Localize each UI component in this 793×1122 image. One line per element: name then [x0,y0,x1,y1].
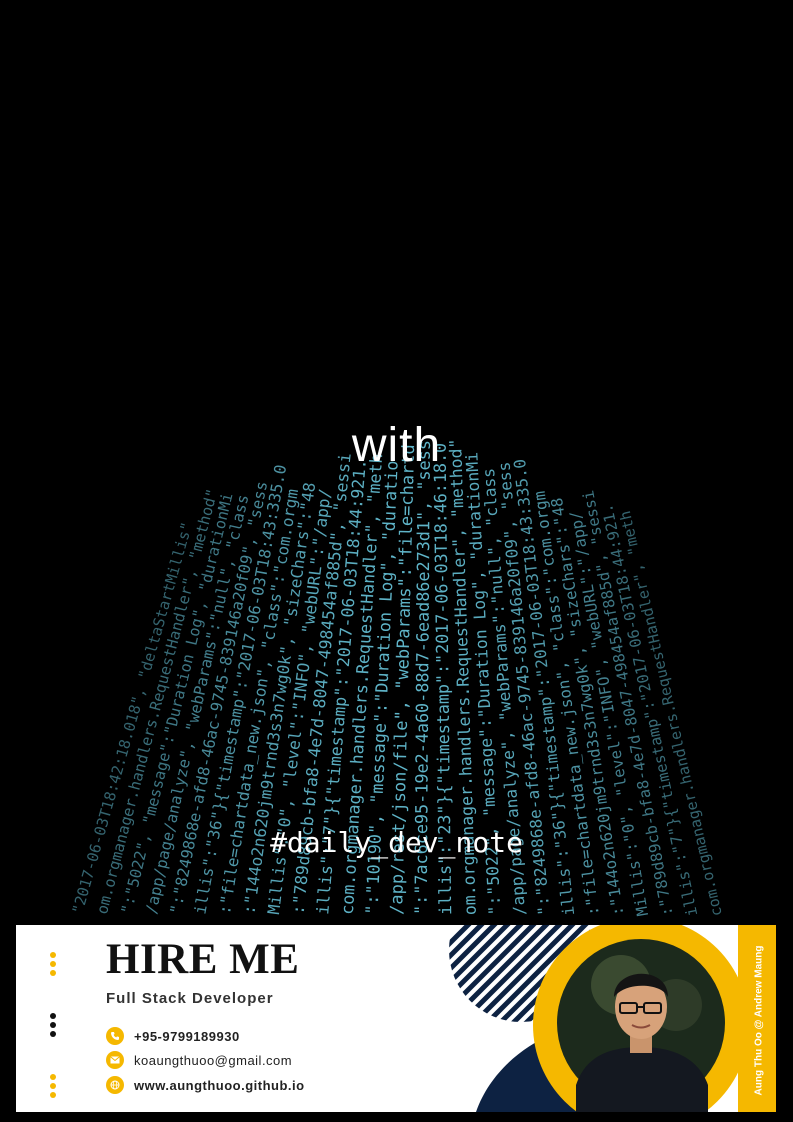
job-role: Full Stack Developer [106,990,274,1007]
black-dots [50,1013,58,1040]
phone-icon [106,1027,124,1045]
website-url[interactable]: www.aungthuoo.github.io [134,1078,305,1093]
email-address[interactable]: koaungthuoo@gmail.com [134,1053,292,1068]
website-row: www.aungthuoo.github.io [106,1076,305,1094]
hashtag-daily-dev-note: #daily_dev_note [270,826,523,859]
globe-icon [106,1076,124,1094]
phone-row: +95-9799189930 [106,1027,240,1045]
hire-me-title: HIRE ME [106,936,300,983]
hire-me-card: HIRE ME Full Stack Developer +95-9799189… [16,925,776,1112]
yellow-dots-top [50,952,58,979]
card-graphic [449,925,776,1112]
photo-credit: Aung Thu Oo @ Andrew Maung [744,933,774,1108]
photo-credit-text: Aung Thu Oo @ Andrew Maung [753,945,765,1096]
mail-icon [106,1051,124,1069]
phone-number[interactable]: +95-9799189930 [134,1029,240,1044]
email-row: koaungthuoo@gmail.com [106,1051,292,1069]
poster: "2017-06-03T18:42:18.018", "deltaStartMi… [0,0,793,1122]
headline-with: with [351,419,442,472]
yellow-dots-bottom [50,1074,58,1101]
